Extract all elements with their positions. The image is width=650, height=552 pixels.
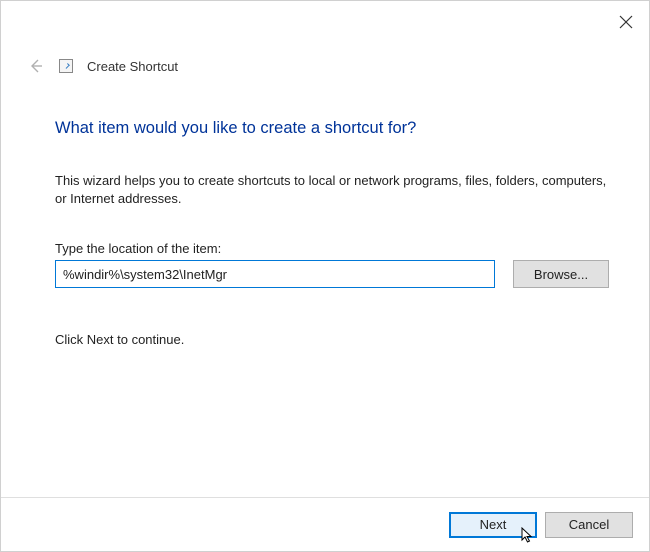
footer: Next Cancel	[1, 497, 649, 551]
page-heading: What item would you like to create a sho…	[55, 119, 609, 138]
titlebar	[1, 1, 649, 41]
continue-instruction: Click Next to continue.	[55, 332, 609, 347]
header-row: Create Shortcut	[27, 57, 178, 75]
browse-button[interactable]: Browse...	[513, 260, 609, 288]
cancel-button[interactable]: Cancel	[545, 512, 633, 538]
next-button[interactable]: Next	[449, 512, 537, 538]
content-area: What item would you like to create a sho…	[55, 119, 609, 347]
close-button[interactable]	[619, 15, 635, 31]
wizard-title: Create Shortcut	[87, 59, 178, 74]
close-icon	[619, 15, 633, 29]
shortcut-wizard-icon	[59, 59, 73, 73]
location-input[interactable]	[55, 260, 495, 288]
input-row: Browse...	[55, 260, 609, 288]
back-button[interactable]	[27, 57, 45, 75]
wizard-description: This wizard helps you to create shortcut…	[55, 172, 609, 207]
back-arrow-icon	[28, 58, 44, 74]
location-input-label: Type the location of the item:	[55, 241, 609, 256]
